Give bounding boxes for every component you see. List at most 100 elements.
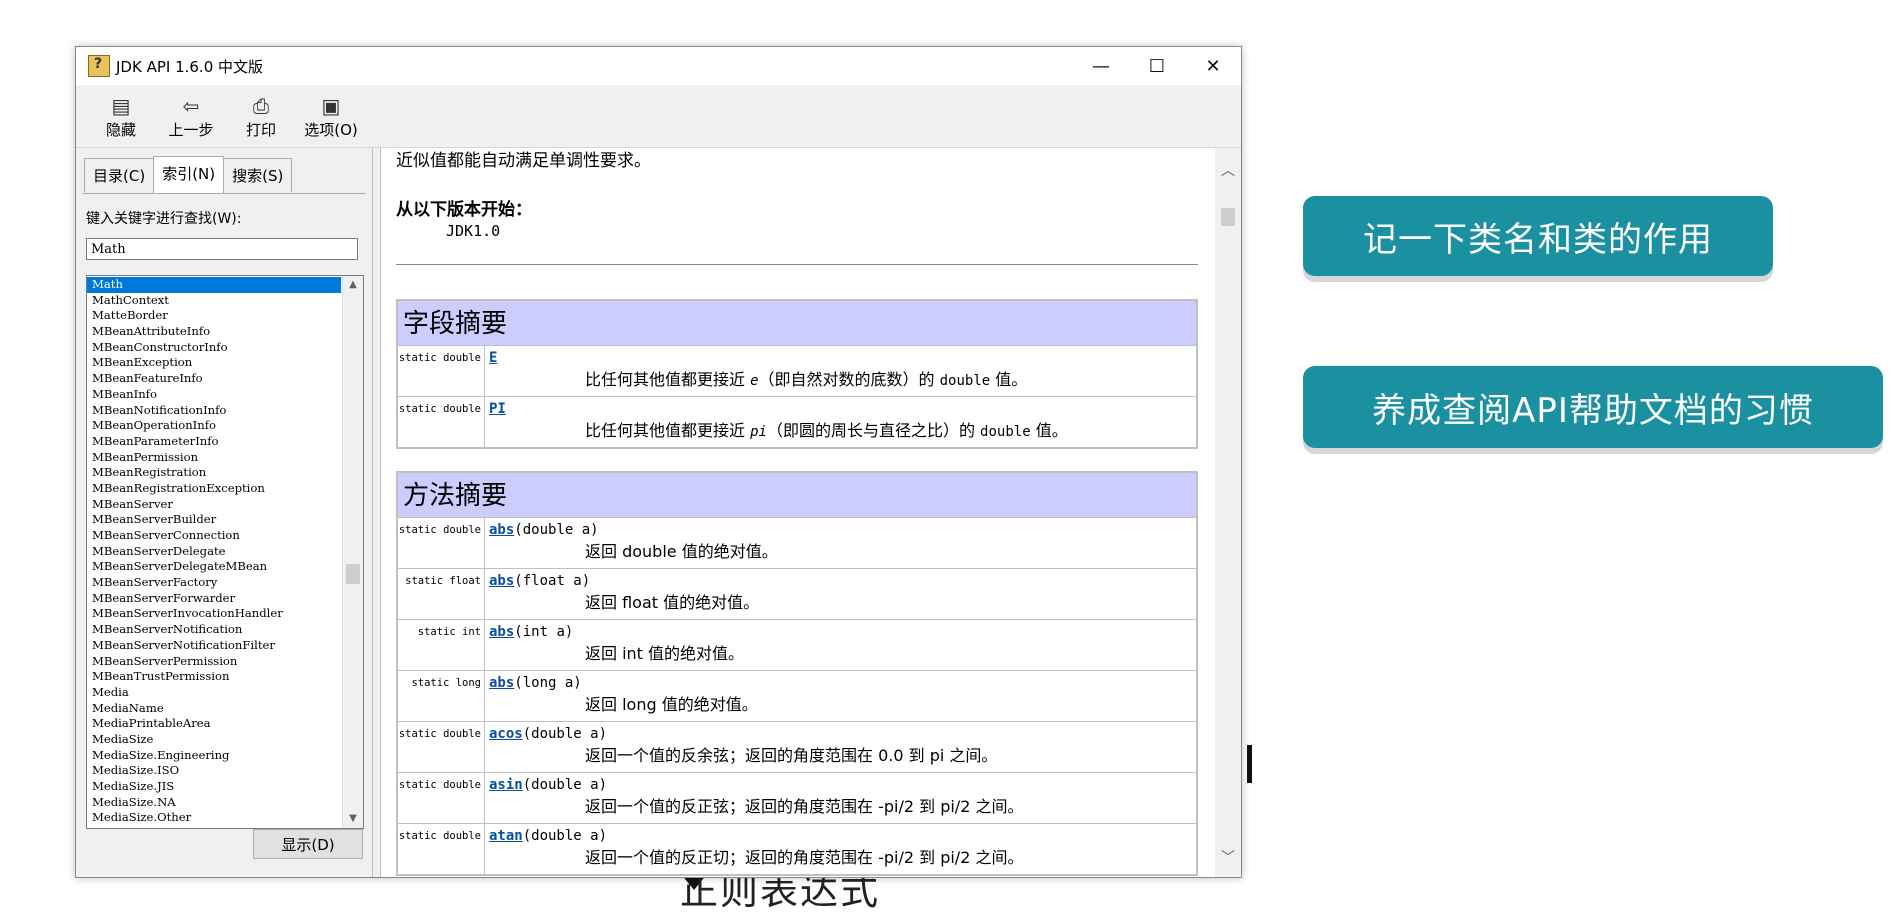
index-list-item[interactable]: MBeanException: [87, 355, 341, 371]
method-description: 返回一个值的反正弦；返回的角度范围在 -pi/2 到 pi/2 之间。: [585, 797, 1024, 816]
divider: [396, 264, 1198, 265]
index-list-item[interactable]: MBeanServerNotification: [87, 622, 341, 638]
field-link[interactable]: PI: [489, 401, 506, 417]
index-list-item[interactable]: MBeanAttributeInfo: [87, 324, 341, 340]
method-cell: abs(float a) 返回 float 值的绝对值。: [484, 568, 1198, 620]
tab-contents[interactable]: 目录(C): [84, 158, 155, 192]
back-button[interactable]: ⇦ 上一步: [156, 85, 226, 147]
options-button[interactable]: ▣ 选项(O): [296, 85, 366, 147]
method-row: static double abs(double a) 返回 double 值的绝对…: [396, 517, 1198, 569]
method-params: (double a): [522, 777, 608, 793]
index-list-item[interactable]: MBeanNotificationInfo: [87, 403, 341, 419]
method-link[interactable]: abs: [489, 624, 514, 640]
index-list-item[interactable]: MBeanConstructorInfo: [87, 340, 341, 356]
index-list-item[interactable]: MBeanTrustPermission: [87, 669, 341, 685]
window-title: JDK API 1.6.0 中文版: [116, 57, 264, 76]
index-list-item[interactable]: MBeanServerNotificationFilter: [87, 638, 341, 654]
index-list-item[interactable]: MBeanServerBuilder: [87, 512, 341, 528]
field-description: 比任何其他值都更接近 pi（即圆的周长与直径之比）的 double 值。: [585, 417, 1192, 441]
index-list-item[interactable]: MediaSize.Engineering: [87, 748, 341, 764]
field-cell: E 比任何其他值都更接近 e（即自然对数的底数）的 double 值。: [484, 345, 1198, 397]
index-list-item[interactable]: MediaSize.JIS: [87, 779, 341, 795]
index-list-item[interactable]: MediaSize.NA: [87, 795, 341, 811]
tab-search[interactable]: 搜索(S): [223, 158, 293, 192]
hide-button[interactable]: ▤ 隐藏: [86, 85, 156, 147]
index-list-item[interactable]: MatteBorder: [87, 308, 341, 324]
index-list-item[interactable]: MBeanPermission: [87, 450, 341, 466]
method-link[interactable]: abs: [489, 522, 514, 538]
index-list-item[interactable]: MBeanServerPermission: [87, 654, 341, 670]
index-list-item[interactable]: MediaSize: [87, 732, 341, 748]
index-list-item[interactable]: MediaSize.ISO: [87, 763, 341, 779]
tab-index[interactable]: 索引(N): [153, 156, 225, 194]
field-link[interactable]: E: [489, 350, 497, 366]
index-list-item[interactable]: MBeanServerFactory: [87, 575, 341, 591]
index-list-item[interactable]: Math: [87, 277, 341, 293]
content-scroll-up-icon[interactable]: ︿: [1218, 162, 1238, 180]
method-row: static long abs(long a) 返回 long 值的绝对值。: [396, 670, 1198, 722]
index-list-item[interactable]: MBeanOperationInfo: [87, 418, 341, 434]
index-scrollbar[interactable]: ▲ ▼: [342, 276, 363, 828]
scroll-down-icon[interactable]: ▼: [343, 810, 363, 828]
desc-text: 比任何其他值都更接近: [585, 370, 751, 389]
method-description: 返回 long 值的绝对值。: [585, 695, 758, 714]
print-icon: ⎙: [253, 93, 269, 118]
index-list[interactable]: Math MathContext MatteBorder MBeanAttribute…: [86, 275, 364, 829]
desc-text: （即自然对数的底数）的: [758, 370, 940, 389]
help-icon: [88, 55, 110, 77]
minimize-button[interactable]: —: [1073, 47, 1129, 85]
index-list-item[interactable]: MBeanFeatureInfo: [87, 371, 341, 387]
index-list-item[interactable]: MBeanServerForwarder: [87, 591, 341, 607]
method-link[interactable]: asin: [489, 777, 523, 793]
method-link[interactable]: atan: [489, 828, 523, 844]
method-modifier: static float: [396, 568, 485, 620]
method-row: static double atan(double a) 返回一个值的反正切；返回的…: [396, 823, 1198, 876]
field-modifier: static double: [396, 396, 485, 449]
keyword-input[interactable]: [86, 238, 358, 260]
field-modifier: static double: [396, 345, 485, 397]
index-list-item[interactable]: MediaPrintableArea: [87, 716, 341, 732]
index-list-item[interactable]: MBeanRegistrationException: [87, 481, 341, 497]
index-list-item[interactable]: MBeanServerConnection: [87, 528, 341, 544]
index-list-item[interactable]: MediaName: [87, 701, 341, 717]
method-summary-title: 方法摘要: [396, 471, 1198, 518]
scroll-thumb[interactable]: [346, 564, 360, 584]
method-modifier: static long: [396, 670, 485, 722]
method-params: (double a): [522, 726, 608, 742]
desc-text: 值。: [990, 370, 1028, 389]
method-params: (double a): [514, 522, 599, 538]
index-list-item[interactable]: MBeanServerDelegate: [87, 544, 341, 560]
scroll-up-icon[interactable]: ▲: [343, 276, 363, 294]
index-list-item[interactable]: MBeanRegistration: [87, 465, 341, 481]
method-link[interactable]: acos: [489, 726, 523, 742]
field-rows: static double E 比任何其他值都更接近 e（即自然对数的底数）的 do…: [396, 345, 1198, 449]
index-list-item[interactable]: Media: [87, 685, 341, 701]
content-scroll-down-icon[interactable]: ﹀: [1218, 849, 1238, 867]
hide-label: 隐藏: [105, 120, 136, 139]
close-button[interactable]: ✕: [1185, 47, 1241, 85]
index-list-item[interactable]: MBeanParameterInfo: [87, 434, 341, 450]
method-cell: abs(int a) 返回 int 值的绝对值。: [484, 619, 1198, 671]
display-button[interactable]: 显示(D): [253, 829, 363, 859]
method-row: static float abs(float a) 返回 float 值的绝对值。: [396, 568, 1198, 620]
callout-note-class: 记一下类名和类的作用: [1303, 196, 1773, 276]
doc-body: 近似值都能自动满足单调性要求。 从以下版本开始： JDK1.0 字段摘要 sta…: [396, 148, 1198, 876]
method-link[interactable]: abs: [489, 675, 514, 691]
maximize-button[interactable]: ☐: [1129, 47, 1185, 85]
index-list-item[interactable]: MBeanInfo: [87, 387, 341, 403]
index-list-item[interactable]: MBeanServerInvocationHandler: [87, 606, 341, 622]
index-list-item[interactable]: MathContext: [87, 293, 341, 309]
content-scroll-thumb[interactable]: [1221, 208, 1235, 226]
method-link[interactable]: abs: [489, 573, 514, 589]
content-scrollbar[interactable]: ︿ ﹀: [1215, 148, 1241, 877]
index-list-item[interactable]: MBeanServer: [87, 497, 341, 513]
print-button[interactable]: ⎙ 打印: [226, 85, 296, 147]
desc-code: double: [939, 373, 991, 389]
index-list-item[interactable]: MediaSize.Other: [87, 810, 341, 826]
field-row: static double E 比任何其他值都更接近 e（即自然对数的底数）的 do…: [396, 345, 1198, 397]
desc-text: （即圆的周长与直径之比）的: [766, 421, 981, 440]
method-modifier: static int: [396, 619, 485, 671]
index-list-item[interactable]: MBeanServerDelegateMBean: [87, 559, 341, 575]
content-pane: 近似值都能自动满足单调性要求。 从以下版本开始： JDK1.0 字段摘要 sta…: [380, 148, 1241, 877]
method-cell: abs(double a) 返回 double 值的绝对值。: [484, 517, 1198, 569]
